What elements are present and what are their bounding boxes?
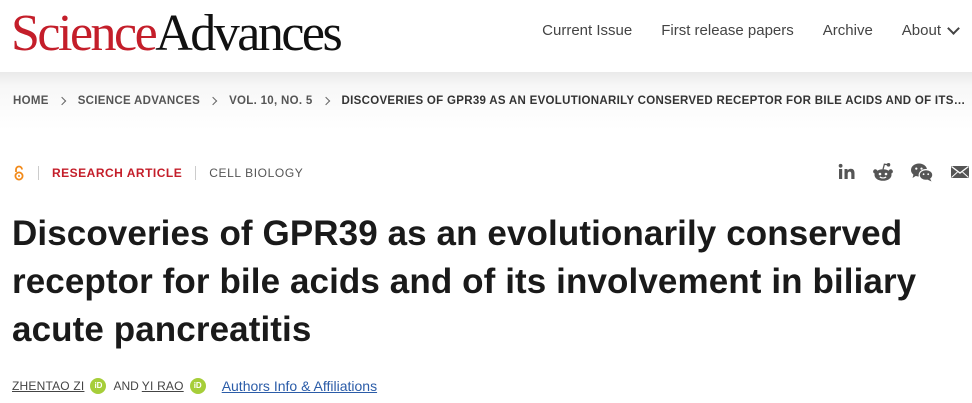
- share-tools: [822, 162, 970, 182]
- reddit-icon[interactable]: [872, 162, 894, 182]
- site-header: Science Advances Current Issue First rele…: [0, 0, 972, 72]
- main-nav: Current Issue First release papers Archi…: [513, 21, 960, 39]
- author-name[interactable]: ZHENTAO ZI: [12, 379, 84, 393]
- chevron-right-icon: [208, 96, 218, 106]
- article-meta-row: RESEARCH ARTICLE CELL BIOLOGY: [13, 165, 303, 181]
- authors-info-affiliations-link[interactable]: Authors Info & Affiliations: [222, 378, 377, 394]
- nav-about-label: About: [901, 22, 941, 39]
- email-icon[interactable]: [950, 164, 970, 180]
- nav-current-issue[interactable]: Current Issue: [542, 22, 632, 39]
- breadcrumb: HOME SCIENCE ADVANCES VOL. 10, NO. 5 DIS…: [13, 95, 966, 107]
- open-access-icon: [13, 165, 25, 181]
- breadcrumb-home[interactable]: HOME: [13, 95, 49, 107]
- chevron-down-icon: [947, 21, 960, 35]
- logo-advances-text: Advances: [155, 5, 343, 62]
- meta-divider: [195, 166, 197, 180]
- breadcrumb-current-article: DISCOVERIES OF GPR39 AS AN EVOLUTIONARIL…: [341, 95, 966, 107]
- subject-label[interactable]: CELL BIOLOGY: [209, 166, 303, 180]
- nav-about[interactable]: About: [901, 21, 960, 39]
- meta-divider: [38, 166, 39, 180]
- article-type-label[interactable]: RESEARCH ARTICLE: [52, 166, 182, 180]
- article-title: Discoveries of GPR39 as an evolutionaril…: [12, 214, 917, 349]
- orcid-icon[interactable]: iD: [189, 378, 206, 394]
- breadcrumb-volume[interactable]: VOL. 10, NO. 5: [229, 95, 312, 107]
- author-joiner: AND: [113, 379, 139, 393]
- nav-archive[interactable]: Archive: [823, 22, 873, 39]
- science-advances-logo[interactable]: Science Advances: [11, 4, 343, 64]
- nav-first-release-papers[interactable]: First release papers: [661, 22, 794, 39]
- linkedin-icon[interactable]: [838, 163, 856, 181]
- chevron-right-icon: [321, 96, 330, 106]
- chevron-right-icon: [57, 96, 66, 106]
- author-list: ZHENTAO ZI iD AND YI RAO iD Authors Info…: [12, 378, 377, 394]
- logo-science-text: Science: [11, 5, 158, 62]
- breadcrumb-science-advances[interactable]: SCIENCE ADVANCES: [78, 95, 200, 107]
- author-name[interactable]: YI RAO: [142, 379, 184, 393]
- orcid-icon[interactable]: iD: [90, 378, 107, 394]
- wechat-icon[interactable]: [910, 162, 934, 182]
